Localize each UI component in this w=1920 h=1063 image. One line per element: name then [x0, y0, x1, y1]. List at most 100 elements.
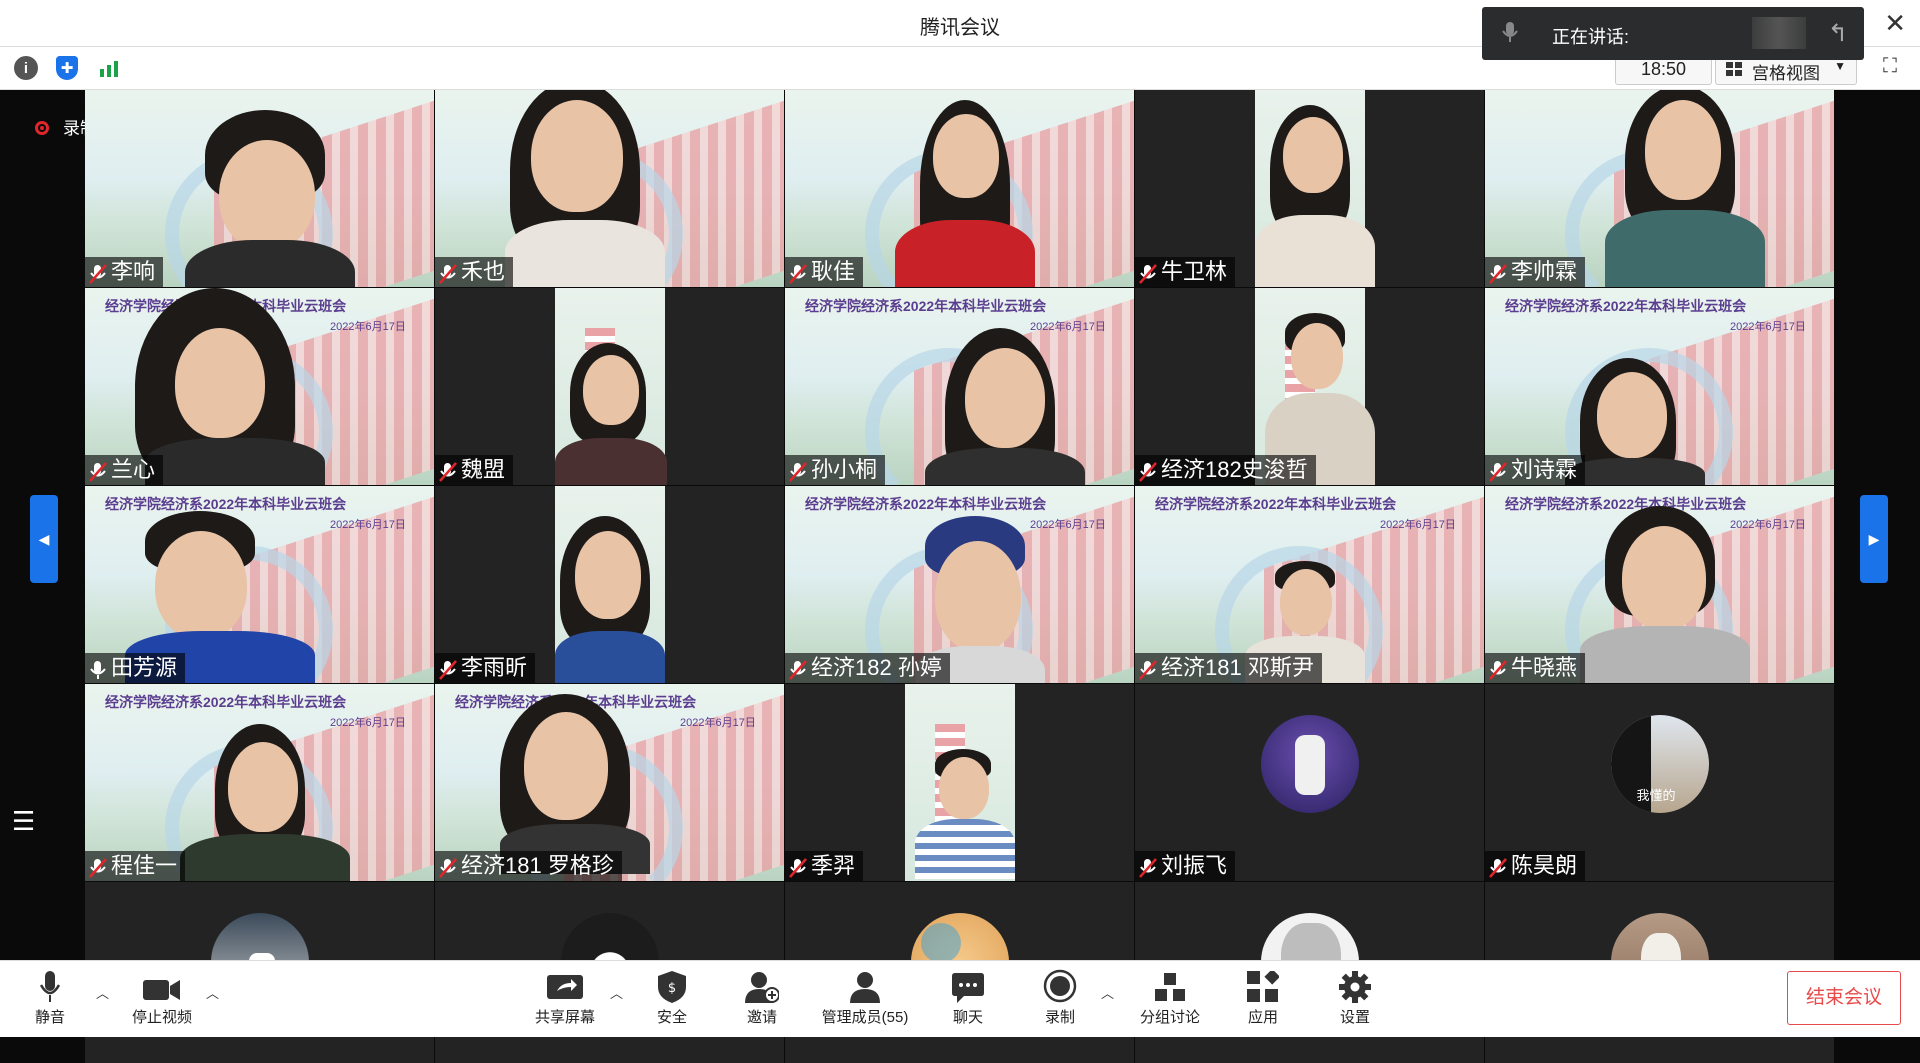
manage-members-button[interactable]: 管理成员(55) — [815, 969, 915, 1027]
close-icon[interactable]: ✕ — [1884, 8, 1906, 39]
svg-text:$: $ — [668, 981, 676, 996]
participant-name: 魏盟 — [461, 457, 506, 482]
video-tile[interactable]: 经济学院经济系2022年本科毕业云班会 2022年6月17日 孙小桐 — [785, 288, 1134, 485]
record-options-chevron-icon[interactable]: ︿ — [1101, 983, 1114, 1002]
participant-name-tag: 刘诗霖 — [1485, 455, 1586, 485]
event-banner: 经济学院经济系2022年本科毕业云班会 — [105, 496, 347, 512]
event-date: 2022年6月17日 — [680, 717, 756, 729]
microphone-icon — [30, 969, 70, 1003]
video-tile[interactable]: 耿佳 — [785, 90, 1134, 287]
participant-name: 李帅霖 — [1511, 259, 1578, 284]
participant-name: 禾也 — [461, 259, 506, 284]
video-tile[interactable]: 禾也 — [435, 90, 784, 287]
chat-icon — [948, 969, 988, 1003]
end-meeting-button[interactable]: 结束会议 — [1787, 971, 1901, 1025]
next-page-button[interactable]: ▶ — [1860, 495, 1888, 583]
participant-name-tag: 程佳一 — [85, 851, 186, 881]
mic-muted-icon — [439, 262, 457, 284]
video-tile[interactable]: 季羿 — [785, 684, 1134, 881]
participant-name-tag: 牛卫林 — [1135, 257, 1236, 287]
video-tile[interactable]: 经济182史浚哲 — [1135, 288, 1484, 485]
mic-muted-icon — [89, 460, 107, 482]
participant-name: 田芳源 — [111, 655, 178, 680]
share-screen-icon — [530, 969, 600, 1003]
mute-options-chevron-icon[interactable]: ︿ — [96, 983, 109, 1002]
event-date: 2022年6月17日 — [1030, 321, 1106, 333]
mic-muted-icon — [439, 856, 457, 878]
video-grid: 李响 禾也 耿佳 牛卫林 李帅霖 2022年6月17日 兰心 魏盟 经济学院经济… — [85, 90, 1835, 1063]
speaking-label: 正在讲话: — [1552, 27, 1630, 47]
video-tile[interactable]: 经济学院经济系2022年本科毕业云班会 2022年6月17日 兰心 — [85, 288, 434, 485]
avatar: 我懂的 — [1610, 715, 1709, 813]
video-tile[interactable]: 魏盟 — [435, 288, 784, 485]
video-tile[interactable]: 经济学院经济系2022年本科毕业云班会 2022年6月17日 经济181 罗格珍 — [435, 684, 784, 881]
prev-page-button[interactable]: ◀ — [30, 495, 58, 583]
participant-name: 兰心 — [111, 457, 156, 482]
chevron-down-icon: ▼ — [1834, 59, 1846, 73]
stop-video-button[interactable]: 停止视频 — [125, 969, 199, 1027]
fullscreen-icon[interactable]: ⛶ — [1883, 55, 1905, 77]
avatar-caption: 我懂的 — [1636, 788, 1676, 803]
participant-name-tag: 魏盟 — [435, 455, 514, 485]
grid-icon — [1726, 62, 1742, 76]
record-button[interactable]: 录制 — [1040, 969, 1080, 1027]
video-tile[interactable]: 李雨昕 — [435, 486, 784, 683]
mic-muted-icon — [439, 658, 457, 680]
shield-icon[interactable]: ✚ — [56, 56, 78, 80]
participant-name-tag: 牛晓燕 — [1485, 653, 1586, 683]
video-tile[interactable]: 经济学院经济系2022年本科毕业云班会 2022年6月17日 刘诗霖 — [1485, 288, 1834, 485]
mute-button[interactable]: 静音 — [30, 969, 70, 1027]
record-label: 录制 — [1044, 1009, 1075, 1026]
participant-name: 李响 — [111, 259, 156, 284]
list-menu-icon[interactable]: ☰ — [12, 806, 46, 840]
security-button[interactable]: $ 安全 — [650, 969, 694, 1027]
participant-name: 刘振飞 — [1161, 853, 1228, 878]
participant-name: 季羿 — [811, 853, 856, 878]
video-tile[interactable]: 经济学院经济系2022年本科毕业云班会 2022年6月17日 经济182 孙婷 — [785, 486, 1134, 683]
video-options-chevron-icon[interactable]: ︿ — [206, 983, 219, 1002]
info-icon[interactable]: i — [14, 56, 38, 80]
video-tile[interactable]: 刘振飞 — [1135, 684, 1484, 881]
apps-button[interactable]: 应用 — [1243, 969, 1283, 1027]
mic-muted-icon — [89, 856, 107, 878]
event-banner: 经济学院经济系2022年本科毕业云班会 — [1505, 496, 1747, 512]
video-tile[interactable]: 牛卫林 — [1135, 90, 1484, 287]
video-tile[interactable]: 李响 — [85, 90, 434, 287]
chat-button[interactable]: 聊天 — [948, 969, 988, 1027]
participant-name-tag: 陈昊朗 — [1485, 851, 1586, 881]
participant-name: 牛晓燕 — [1511, 655, 1578, 680]
chat-label: 聊天 — [952, 1009, 983, 1026]
participant-name: 牛卫林 — [1161, 259, 1228, 284]
mute-label: 静音 — [34, 1009, 65, 1026]
record-dot-icon — [35, 121, 49, 135]
chevron-right-icon: ▶ — [1868, 530, 1880, 547]
settings-button[interactable]: 设置 — [1335, 969, 1375, 1027]
add-user-icon — [740, 969, 784, 1003]
mic-muted-icon — [1139, 856, 1157, 878]
breakout-button[interactable]: 分组讨论 — [1135, 969, 1205, 1027]
participant-name-tag: 经济182 孙婷 — [785, 653, 950, 683]
video-tile[interactable]: 李帅霖 — [1485, 90, 1834, 287]
video-tile[interactable]: 我懂的 陈昊朗 — [1485, 684, 1834, 881]
popout-icon[interactable]: ↰ — [1828, 19, 1848, 48]
microphone-icon — [1502, 21, 1518, 48]
event-banner: 经济学院经济系2022年本科毕业云班会 — [1505, 298, 1747, 314]
share-options-chevron-icon[interactable]: ︿ — [610, 983, 623, 1002]
invite-button[interactable]: 邀请 — [740, 969, 784, 1027]
event-banner: 经济学院经济系2022年本科毕业云班会 — [105, 694, 347, 710]
apps-icon — [1243, 969, 1283, 1003]
share-screen-button[interactable]: 共享屏幕 — [530, 969, 600, 1027]
invite-label: 邀请 — [746, 1009, 777, 1026]
mic-muted-icon — [1139, 262, 1157, 284]
mic-muted-icon — [1489, 658, 1507, 680]
event-date: 2022年6月17日 — [1030, 519, 1106, 531]
mic-muted-icon — [1139, 460, 1157, 482]
mic-muted-icon — [1489, 262, 1507, 284]
video-tile[interactable]: 经济学院经济系2022年本科毕业云班会 2022年6月17日 经济181 邓斯尹 — [1135, 486, 1484, 683]
video-tile[interactable]: 经济学院经济系2022年本科毕业云班会 2022年6月17日 牛晓燕 — [1485, 486, 1834, 683]
event-date: 2022年6月17日 — [1730, 321, 1806, 333]
signal-icon[interactable] — [96, 54, 124, 82]
event-date: 2022年6月17日 — [330, 519, 406, 531]
video-tile[interactable]: 经济学院经济系2022年本科毕业云班会 2022年6月17日 田芳源 — [85, 486, 434, 683]
video-tile[interactable]: 经济学院经济系2022年本科毕业云班会 2022年6月17日 程佳一 — [85, 684, 434, 881]
